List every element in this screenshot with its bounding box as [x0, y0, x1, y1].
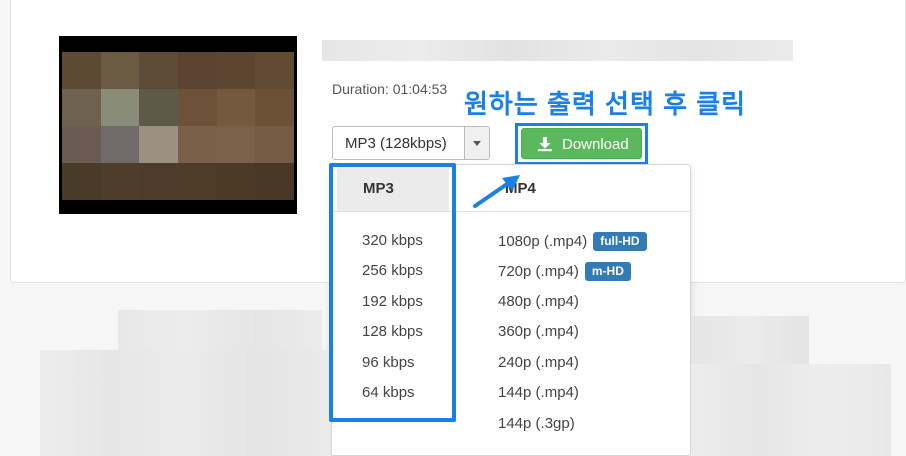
format-select-value: MP3 (128kbps): [345, 135, 447, 152]
quality-badge: full-HD: [593, 232, 647, 251]
mp4-option-label: 720p (.mp4): [498, 263, 579, 280]
blurred-thumbnail-image: [62, 52, 294, 200]
instruction-annotation: 원하는 출력 선택 후 클릭: [464, 89, 747, 119]
download-icon: [537, 136, 553, 156]
mp4-option[interactable]: 144p (.3gp): [498, 415, 575, 432]
format-select-toggle[interactable]: [464, 127, 489, 159]
blurred-content: [691, 364, 891, 456]
mp4-option[interactable]: 360p (.mp4): [498, 323, 579, 340]
mp4-option[interactable]: 720p (.mp4) m-HD: [498, 262, 631, 281]
blurred-content: [40, 350, 329, 456]
pointer-arrow-icon: [473, 175, 520, 208]
mp4-option-label: 1080p (.mp4): [498, 233, 588, 250]
quality-badge: m-HD: [584, 262, 631, 281]
video-duration: Duration: 01:04:53: [332, 81, 448, 97]
mp4-option[interactable]: 480p (.mp4): [498, 293, 579, 310]
format-select[interactable]: MP3 (128kbps): [332, 126, 490, 160]
download-button-label: Download: [562, 136, 629, 153]
video-title-placeholder: [322, 40, 793, 61]
mp4-option[interactable]: 1080p (.mp4) full-HD: [498, 232, 647, 251]
download-button[interactable]: Download: [521, 128, 642, 159]
blurred-content: [118, 310, 322, 350]
mp3-highlight-frame: [329, 163, 456, 422]
blurred-content: [691, 316, 809, 364]
caret-down-icon: [473, 141, 481, 146]
mp4-option[interactable]: 240p (.mp4): [498, 354, 579, 371]
mp4-option[interactable]: 144p (.mp4): [498, 384, 579, 401]
video-thumbnail: [59, 36, 297, 214]
